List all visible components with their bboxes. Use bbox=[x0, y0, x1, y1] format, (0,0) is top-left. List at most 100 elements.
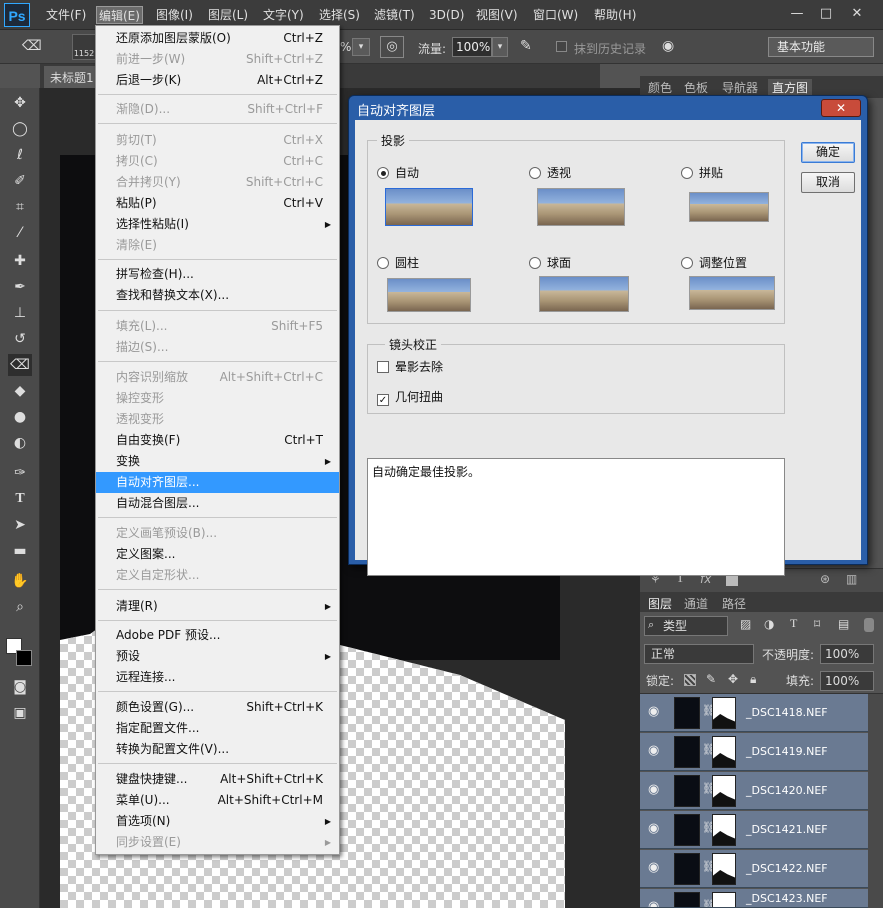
brush-tool-icon[interactable]: ✒ bbox=[8, 276, 32, 298]
layer-row[interactable]: ◉ ⛓ _DSC1422.NEF bbox=[640, 850, 868, 888]
menu-item-step-forward[interactable]: 前进一步(W) Shift+Ctrl+Z bbox=[96, 49, 339, 70]
opacity-dropdown-arrow[interactable]: ▾ bbox=[352, 38, 370, 56]
menu-item-sync-settings[interactable]: 同步设置(E) ▶ bbox=[96, 832, 339, 853]
close-window-button[interactable]: ✕ bbox=[846, 4, 868, 24]
quick-select-tool-icon[interactable]: ✐ bbox=[8, 170, 32, 192]
dodge-tool-icon[interactable]: ◐ bbox=[8, 432, 32, 454]
layer-opacity-input[interactable]: 100% bbox=[820, 644, 874, 664]
menu-item-remote-connections[interactable]: 远程连接... bbox=[96, 667, 339, 688]
radio-spherical[interactable]: 球面 bbox=[529, 254, 571, 271]
visibility-eye-icon[interactable]: ◉ bbox=[648, 782, 659, 797]
menu-select[interactable]: 选择(S) bbox=[319, 6, 360, 24]
menu-item-define-pattern[interactable]: 定义图案... bbox=[96, 544, 339, 565]
pen-tool-icon[interactable]: ✑ bbox=[8, 462, 32, 484]
type-filter-icon[interactable]: T bbox=[790, 616, 797, 631]
screen-mode-icon[interactable]: ▣ bbox=[8, 702, 32, 724]
dialog-close-button[interactable]: ✕ bbox=[821, 99, 861, 117]
menu-item-presets[interactable]: 预设 ▶ bbox=[96, 646, 339, 667]
crop-tool-icon[interactable]: ⌗ bbox=[8, 196, 32, 218]
quick-mask-icon[interactable]: ◙ bbox=[8, 676, 32, 698]
airbrush-icon[interactable]: ✎ bbox=[520, 38, 532, 54]
radio-collage[interactable]: 拼贴 bbox=[681, 164, 723, 181]
hand-tool-icon[interactable]: ✋ bbox=[8, 570, 32, 592]
lock-transparent-icon[interactable] bbox=[684, 674, 696, 686]
rectangle-tool-icon[interactable]: ▬ bbox=[8, 540, 32, 562]
layer-name[interactable]: _DSC1422.NEF bbox=[746, 862, 828, 875]
menu-item-free-transform[interactable]: 自由变换(F) Ctrl+T bbox=[96, 430, 339, 451]
menu-edit[interactable]: 编辑(E) bbox=[96, 6, 143, 24]
layer-mask-thumbnail[interactable] bbox=[712, 775, 736, 807]
menu-item-auto-blend-layers[interactable]: 自动混合图层... bbox=[96, 493, 339, 514]
layer-name[interactable]: _DSC1423.NEF bbox=[746, 892, 828, 905]
menu-item-purge[interactable]: 清理(R) ▶ bbox=[96, 596, 339, 617]
visibility-eye-icon[interactable]: ◉ bbox=[648, 743, 659, 758]
trash-icon[interactable]: ▥ bbox=[846, 572, 857, 586]
menu-help[interactable]: 帮助(H) bbox=[594, 6, 636, 24]
layer-mask-thumbnail[interactable] bbox=[712, 736, 736, 768]
menu-item-pdf-presets[interactable]: Adobe PDF 预设... bbox=[96, 625, 339, 646]
layer-name[interactable]: _DSC1418.NEF bbox=[746, 706, 828, 719]
eraser-tool-icon[interactable]: ⌫ bbox=[22, 38, 42, 54]
paint-bucket-icon[interactable]: ◆ bbox=[8, 380, 32, 402]
tab-channels[interactable]: 通道 bbox=[684, 595, 708, 612]
filter-toggle[interactable] bbox=[864, 618, 874, 632]
eyedropper-tool-icon[interactable]: ⁄ bbox=[8, 222, 32, 244]
menu-item-paste-special[interactable]: 选择性粘贴(I) ▶ bbox=[96, 214, 339, 235]
visibility-eye-icon[interactable]: ◉ bbox=[648, 899, 659, 907]
layer-mask-thumbnail[interactable] bbox=[712, 697, 736, 729]
path-select-icon[interactable]: ➤ bbox=[8, 514, 32, 536]
menu-item-paste[interactable]: 粘贴(P) Ctrl+V bbox=[96, 193, 339, 214]
layer-mask-thumbnail[interactable] bbox=[712, 814, 736, 846]
menu-item-fade[interactable]: 渐隐(D)... Shift+Ctrl+F bbox=[96, 99, 339, 120]
layer-mask-thumbnail[interactable] bbox=[712, 892, 736, 907]
layer-fill-input[interactable]: 100% bbox=[820, 671, 874, 691]
flow-dropdown-arrow[interactable]: ▾ bbox=[492, 37, 508, 57]
eraser-tool-icon[interactable]: ⌫ bbox=[8, 354, 32, 376]
layer-name[interactable]: _DSC1419.NEF bbox=[746, 745, 828, 758]
blend-mode-dropdown[interactable]: 正常 bbox=[644, 644, 754, 664]
menu-window[interactable]: 窗口(W) bbox=[533, 6, 578, 24]
lock-position-icon[interactable]: ✥ bbox=[728, 672, 738, 686]
layer-row[interactable]: ◉ ⛓ _DSC1419.NEF bbox=[640, 733, 868, 771]
background-color-swatch[interactable] bbox=[16, 650, 32, 666]
menu-item-copy-merged[interactable]: 合并拷贝(Y) Shift+Ctrl+C bbox=[96, 172, 339, 193]
move-tool-icon[interactable]: ✥ bbox=[8, 92, 32, 114]
menu-item-fill[interactable]: 填充(L)... Shift+F5 bbox=[96, 316, 339, 337]
menu-item-content-aware-scale[interactable]: 内容识别缩放 Alt+Shift+Ctrl+C bbox=[96, 367, 339, 388]
workspace-dropdown[interactable]: 基本功能 bbox=[768, 37, 874, 57]
blur-tool-icon[interactable]: ● bbox=[8, 406, 32, 428]
radio-cylindrical[interactable]: 圆柱 bbox=[377, 254, 419, 271]
smart-object-filter-icon[interactable]: ▤ bbox=[838, 617, 849, 631]
menu-item-undo[interactable]: 还原添加图层蒙版(O) Ctrl+Z bbox=[96, 28, 339, 49]
menu-item-color-settings[interactable]: 颜色设置(G)... Shift+Ctrl+K bbox=[96, 697, 339, 718]
layer-name[interactable]: _DSC1420.NEF bbox=[746, 784, 828, 797]
adjustment-filter-icon[interactable]: ◑ bbox=[764, 617, 774, 631]
layer-row[interactable]: ◉ ⛓ _DSC1418.NEF bbox=[640, 694, 868, 732]
flow-input[interactable]: 100% bbox=[452, 37, 492, 57]
tab-navigator[interactable]: 导航器 bbox=[722, 79, 758, 96]
visibility-eye-icon[interactable]: ◉ bbox=[648, 860, 659, 875]
menu-view[interactable]: 视图(V) bbox=[476, 6, 518, 24]
pixel-filter-icon[interactable]: ▨ bbox=[740, 617, 751, 631]
visibility-eye-icon[interactable]: ◉ bbox=[648, 821, 659, 836]
menu-file[interactable]: 文件(F) bbox=[46, 6, 86, 24]
tab-swatches[interactable]: 色板 bbox=[684, 79, 708, 96]
menu-3d[interactable]: 3D(D) bbox=[429, 6, 464, 24]
tab-paths[interactable]: 路径 bbox=[722, 595, 746, 612]
layer-row[interactable]: ◉ ⛓ _DSC1421.NEF bbox=[640, 811, 868, 849]
menu-item-auto-align-layers[interactable]: 自动对齐图层... bbox=[96, 472, 339, 493]
menu-item-define-brush[interactable]: 定义画笔预设(B)... bbox=[96, 523, 339, 544]
history-brush-icon[interactable]: ↺ bbox=[8, 328, 32, 350]
lock-all-icon[interactable]: 🔒︎ bbox=[750, 672, 756, 687]
menu-item-clear[interactable]: 清除(E) bbox=[96, 235, 339, 256]
zoom-tool-icon[interactable]: ⌕ bbox=[8, 596, 32, 618]
menu-item-assign-profile[interactable]: 指定配置文件... bbox=[96, 718, 339, 739]
tab-layers[interactable]: 图层 bbox=[648, 595, 672, 612]
marquee-tool-icon[interactable]: ◯ bbox=[8, 118, 32, 140]
layers-scrollbar[interactable] bbox=[868, 694, 883, 908]
filter-kind-dropdown[interactable]: 类型 bbox=[644, 616, 728, 636]
pressure-opacity-icon[interactable]: ◎ bbox=[380, 36, 404, 58]
ok-button[interactable]: 确定 bbox=[801, 142, 855, 163]
layer-name[interactable]: _DSC1421.NEF bbox=[746, 823, 828, 836]
vignette-removal-checkbox[interactable]: 晕影去除 bbox=[377, 358, 443, 375]
